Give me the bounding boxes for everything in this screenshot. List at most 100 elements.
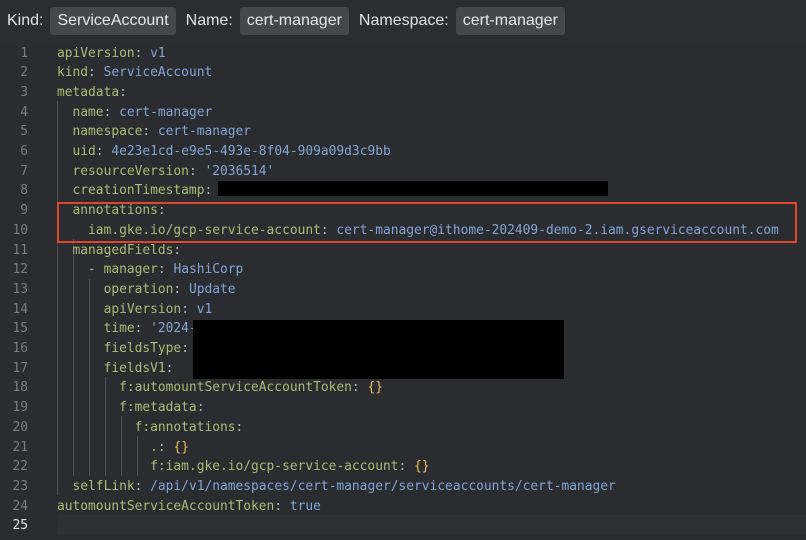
line-code: kind: ServiceAccount [57,63,212,83]
yaml-key: . [57,439,158,455]
yaml-value: '2036514' [204,163,275,179]
code-line[interactable]: 1 apiVersion: v1 [0,44,806,64]
yaml-value: /api/v1/namespaces/cert-manager/servicea… [150,478,616,494]
line-number: 25 [12,518,28,534]
yaml-punct: : [119,84,127,100]
line-code: apiVersion: v1 [57,44,166,64]
line-number: 1 [20,45,28,61]
yaml-value: ServiceAccount [103,65,213,81]
yaml-value: v1 [150,45,166,61]
yaml-key: f:annotations [57,419,236,435]
resource-header: Kind: ServiceAccount Name: cert-manager … [0,0,806,42]
yaml-key: f:automountServiceAccountToken [57,380,352,396]
line-number: 10 [12,222,28,238]
line-number: 6 [20,144,28,159]
line-number: 14 [12,301,28,317]
yaml-punct: : [103,104,120,120]
code-line[interactable]: 12 - manager: HashiCorp [0,260,806,280]
code-line[interactable]: 6 uid: 4e23e1cd-e9e5-493e-8f04-909a09d3c… [0,142,806,162]
namespace-value: cert-manager [455,7,565,35]
yaml-key: managedFields [57,242,174,258]
line-code: selfLink: /api/v1/namespaces/cert-manage… [57,477,616,497]
line-number: 5 [20,124,28,140]
code-line[interactable]: 23 selfLink: /api/v1/namespaces/cert-man… [0,477,806,497]
yaml-key: f:metadata [57,400,197,416]
yaml-value: '2024- [150,321,197,337]
line-number: 24 [12,498,28,514]
line-code: f:automountServiceAccountToken: {} [57,378,383,398]
yaml-punct: : [157,262,174,278]
yaml-key: apiVersion [57,301,182,317]
line-number: 16 [12,341,28,356]
line-number: 9 [20,203,28,219]
kind-value: ServiceAccount [50,7,176,35]
code-line[interactable]: 13 operation: Update [0,280,806,300]
line-code: f:iam.gke.io/gcp-service-account: {} [57,457,430,477]
code-line[interactable]: 11 managedFields: [0,241,806,261]
line-number: 8 [20,183,28,199]
code-line[interactable]: 22 f:iam.gke.io/gcp-service-account: {} [0,457,806,477]
code-line[interactable]: 14 apiVersion: v1 [0,300,806,320]
code-line[interactable]: 4 name: cert-manager [0,103,806,123]
line-code: automountServiceAccountToken: true [57,497,321,517]
yaml-value: true [289,498,321,514]
line-number: 2 [20,65,28,81]
annotation-highlight-box [57,202,797,243]
code-line[interactable]: 24 automountServiceAccountToken: true [0,497,806,517]
yaml-punct: : [95,144,112,159]
kind-label: Kind: [7,12,44,29]
line-number: 13 [12,281,28,297]
code-line[interactable]: 21 .: {} [0,438,806,458]
line-code: fieldsType: [57,339,189,359]
yaml-punct: : [196,400,205,416]
yaml-key: kind [57,65,89,81]
yaml-punct: : [134,45,151,61]
code-line[interactable]: 20 f:annotations: [0,418,806,438]
code-line[interactable]: 5 namespace: cert-manager [0,122,806,142]
yaml-key: operation [57,281,174,297]
code-line[interactable]: 2 kind: ServiceAccount [0,63,806,83]
line-code: .: {} [57,438,189,458]
yaml-key: automountServiceAccountToken [57,498,275,514]
code-line[interactable]: 19 f:metadata: [0,398,806,418]
line-code: f:annotations: [57,418,244,438]
yaml-punct: : [134,478,151,494]
line-number: 21 [12,439,28,455]
yaml-punct: : [181,341,189,356]
yaml-punct: : [173,242,182,258]
yaml-punct: : [188,163,205,179]
line-code: resourceVersion: '2036514' [57,162,275,182]
line-number: 15 [12,321,28,337]
line-code: operation: Update [57,280,236,300]
code-line[interactable]: 18 f:automountServiceAccountToken: {} [0,378,806,398]
line-code: fieldsV1: [57,359,174,379]
yaml-key: namespace [57,124,143,140]
yaml-key: resourceVersion [57,163,189,179]
line-code: name: cert-manager [57,103,213,123]
yaml-value: v1 [196,301,213,317]
yaml-key: metadata [57,84,120,100]
yaml-punct: : [142,124,158,140]
redacted-block [218,181,608,196]
line-number: 12 [12,262,28,278]
line-code: time: '2024- [57,319,197,339]
code-line[interactable]: 25 [0,516,806,536]
yaml-punct: {} [414,459,430,475]
yaml-punct: : [351,380,368,396]
yaml-punct: {} [367,380,383,396]
yaml-punct: : [134,321,151,337]
line-number: 17 [12,360,28,376]
line-number: 4 [20,104,28,120]
yaml-key: fieldsType [57,341,182,356]
line-code: managedFields: [57,241,182,261]
yaml-value: HashiCorp [173,262,244,278]
line-code: f:metadata: [57,398,204,418]
namespace-label: Namespace: [358,12,449,29]
yaml-key: time [57,321,135,337]
code-line[interactable]: 7 resourceVersion: '2036514' [0,162,806,182]
yaml-key: selfLink [57,478,135,494]
yaml-editor[interactable]: 1 apiVersion: v1 2 kind: ServiceAccount 3 met… [0,42,806,540]
line-number: 3 [20,84,28,100]
yaml-value: cert-manager [119,104,213,120]
code-line[interactable]: 3 metadata: [0,83,806,103]
